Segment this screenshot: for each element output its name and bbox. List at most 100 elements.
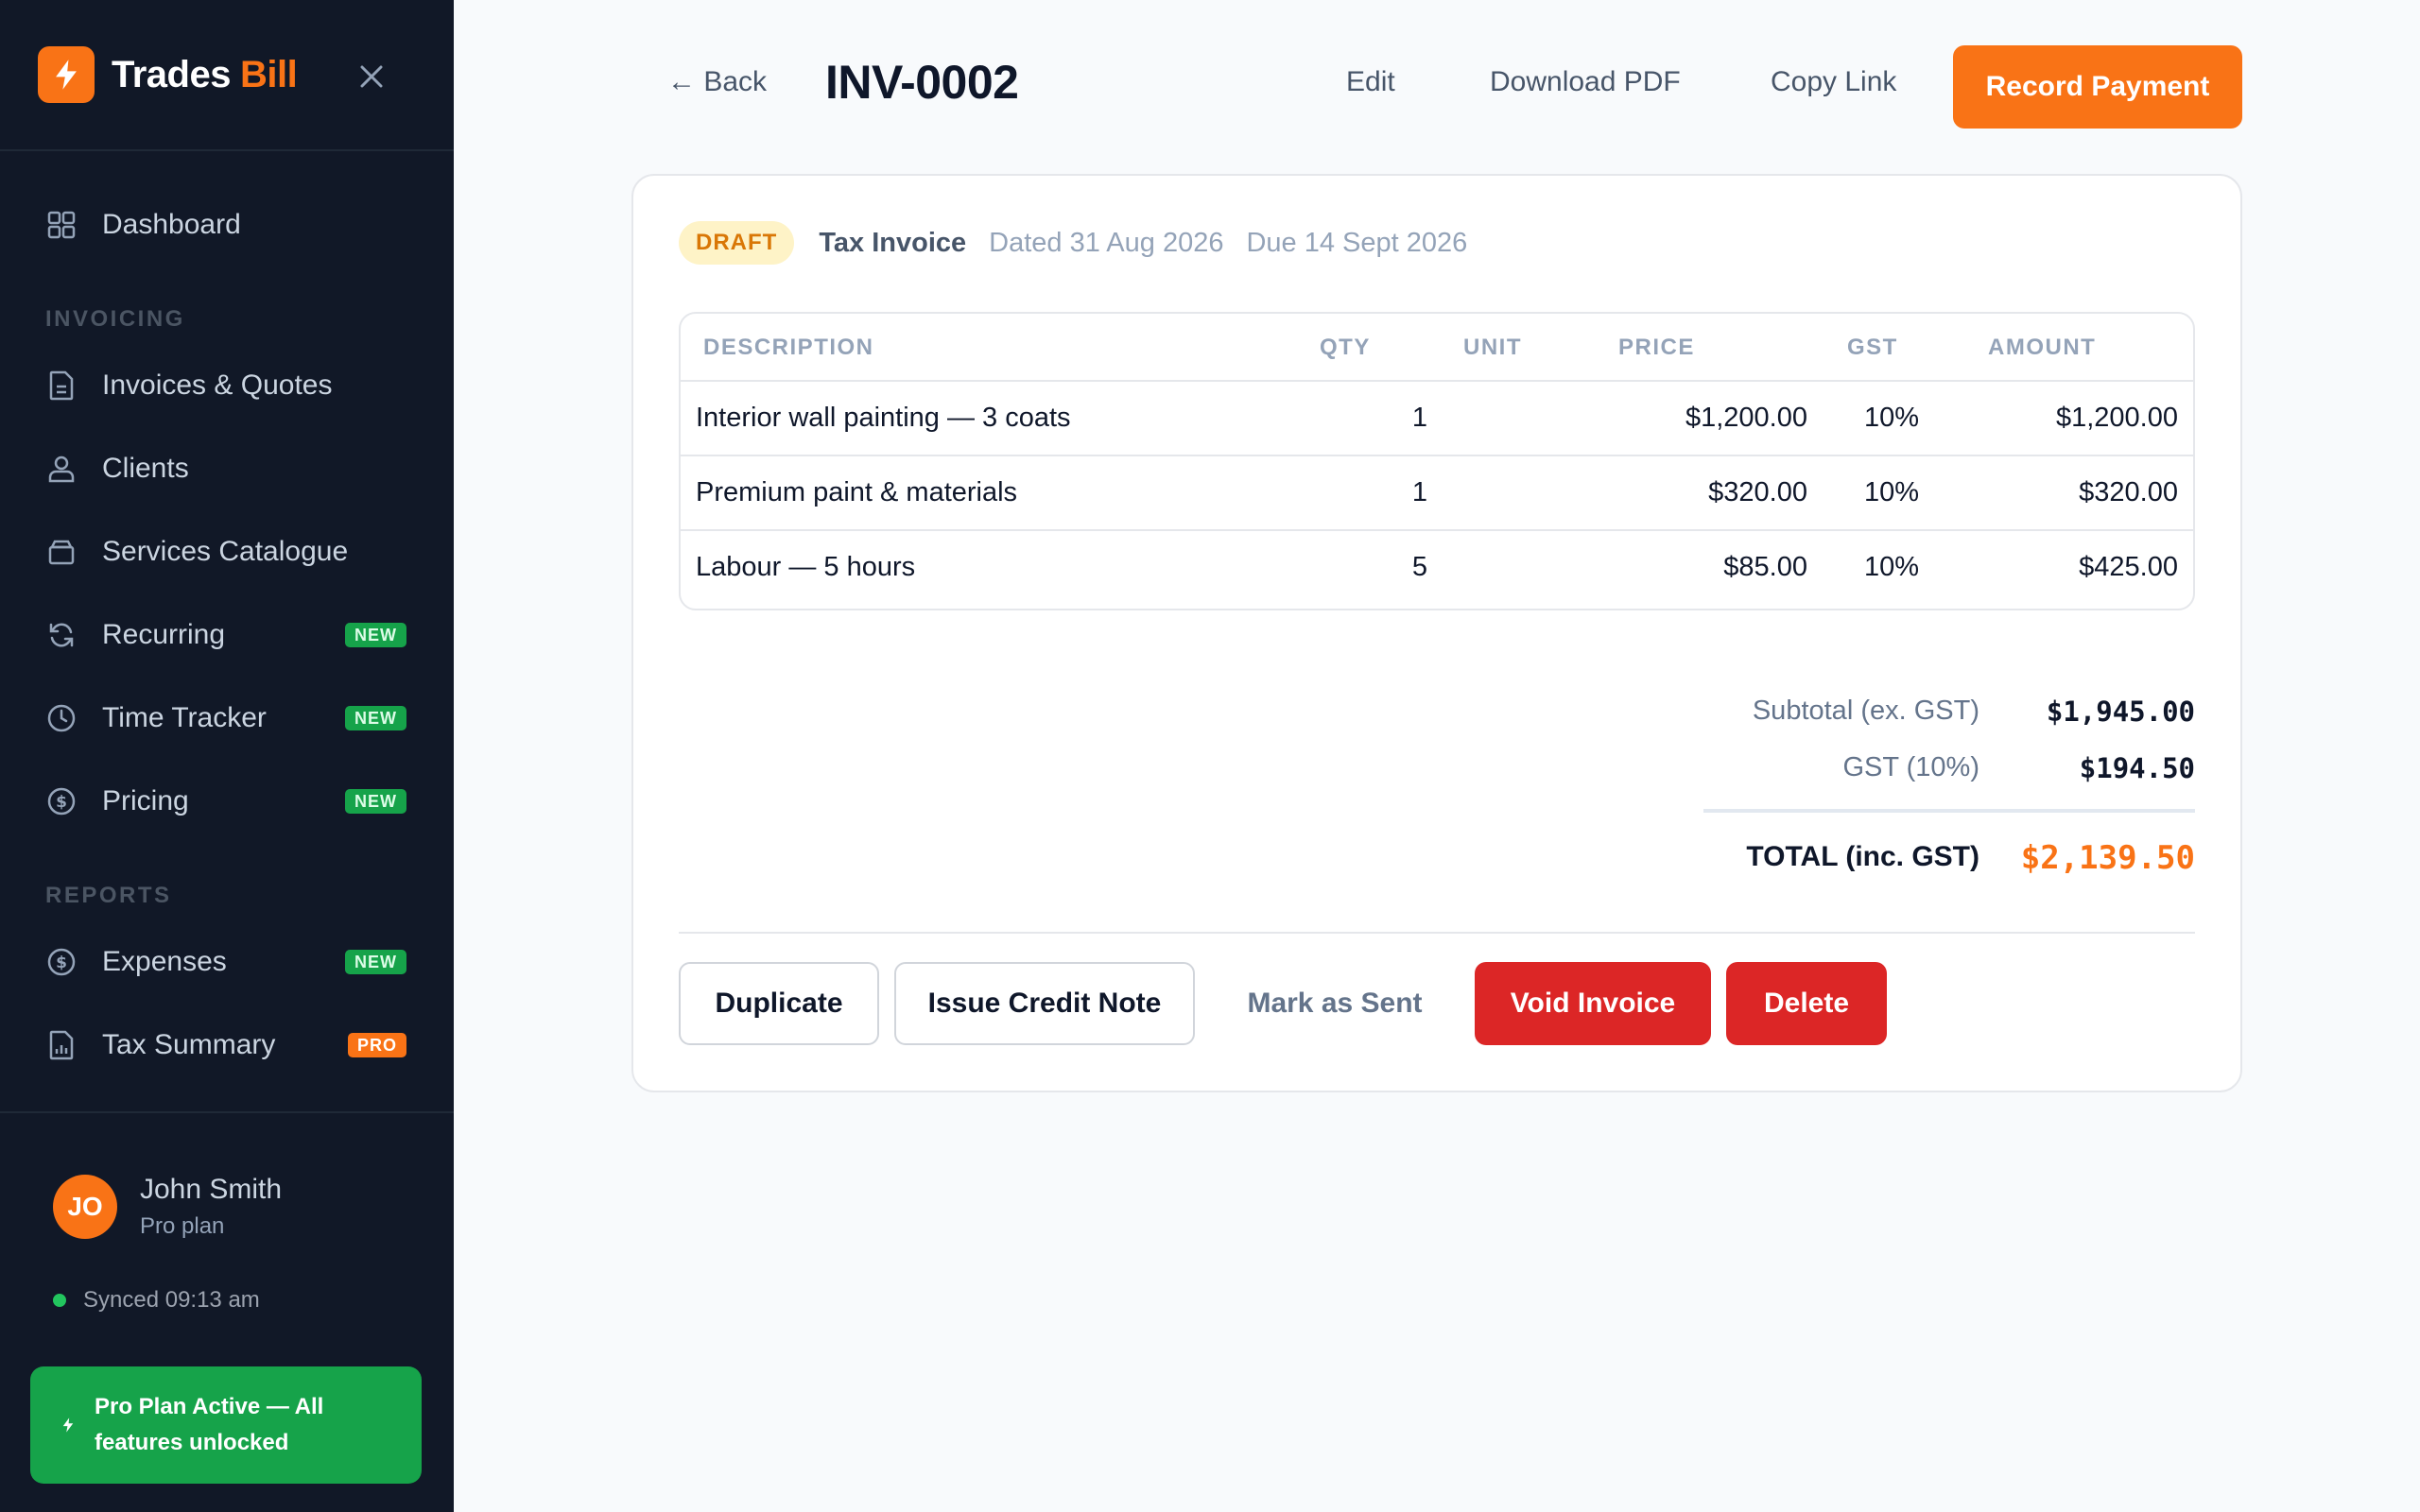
sidebar-item-dashboard[interactable]: Dashboard: [0, 183, 454, 266]
column-header-gst: GST: [1847, 335, 1898, 360]
sidebar-item-label: Invoices & Quotes: [102, 369, 333, 401]
status-dot-icon: [53, 1294, 66, 1307]
report-icon: [45, 1029, 78, 1061]
sidebar-item-label: Clients: [102, 453, 189, 484]
gst-row: GST (10%) $194.50: [1666, 752, 2195, 790]
close-sidebar-button[interactable]: [355, 60, 388, 93]
section-heading-reports: REPORTS: [45, 883, 172, 908]
delete-button[interactable]: Delete: [1726, 962, 1887, 1045]
column-header-qty: QTY: [1320, 335, 1371, 360]
pro-plan-banner[interactable]: Pro Plan Active — All features unlocked: [30, 1366, 422, 1484]
dollar-icon: $: [45, 785, 78, 817]
issue-credit-note-button[interactable]: Issue Credit Note: [894, 962, 1195, 1045]
sidebar-item-label: Tax Summary: [102, 1029, 276, 1060]
invoice-date: Dated 31 Aug 2026: [989, 227, 1224, 258]
box-icon: [45, 536, 78, 568]
app-root: Trades Bill Dashboard INVOICING Invoices …: [0, 0, 2420, 1512]
dollar-icon: $: [45, 946, 78, 978]
copy-link-button[interactable]: Copy Link: [1771, 66, 1896, 98]
user-info: John Smith Pro plan: [140, 1174, 282, 1240]
sidebar-item-invoices[interactable]: Invoices & Quotes: [0, 344, 454, 427]
section-divider: [679, 932, 2195, 934]
table-row[interactable]: Interior wall painting — 3 coats 1 $1,20…: [681, 382, 2193, 456]
avatar: JO: [53, 1175, 117, 1239]
cell-amount: $425.00: [2079, 552, 2178, 582]
bolt-icon: [59, 1416, 78, 1435]
back-link[interactable]: ← Back: [667, 66, 767, 98]
table-row[interactable]: Labour — 5 hours 5 $85.00 10% $425.00: [681, 531, 2193, 606]
sync-text: Synced 09:13 am: [83, 1287, 260, 1313]
sidebar: Trades Bill Dashboard INVOICING Invoices …: [0, 0, 454, 1512]
column-header-amount: AMOUNT: [1988, 335, 2097, 360]
total-label: TOTAL (inc. GST): [1746, 841, 1979, 872]
duplicate-button[interactable]: Duplicate: [679, 962, 879, 1045]
new-badge: NEW: [345, 623, 406, 647]
page-title: INV-0002: [825, 56, 1019, 109]
cell-amount: $320.00: [2079, 477, 2178, 507]
cell-gst: 10%: [1863, 552, 1919, 582]
gst-value: $194.50: [2079, 752, 2195, 784]
record-payment-button[interactable]: Record Payment: [1953, 45, 2242, 129]
subtotal-row: Subtotal (ex. GST) $1,945.00: [1666, 696, 2195, 733]
sidebar-nav: Dashboard INVOICING Invoices & Quotes Cl…: [0, 151, 454, 1087]
column-header-description: DESCRIPTION: [703, 335, 874, 360]
brand-name: Trades Bill: [112, 53, 298, 95]
close-icon: [360, 65, 383, 88]
new-badge: NEW: [345, 950, 406, 974]
sidebar-item-tax-summary[interactable]: Tax Summary PRO: [0, 1004, 454, 1087]
cell-price: $85.00: [1723, 552, 1807, 582]
svg-text:$: $: [56, 793, 67, 812]
new-badge: NEW: [345, 789, 406, 814]
sync-status: Synced 09:13 am: [0, 1287, 454, 1314]
table-row[interactable]: Premium paint & materials 1 $320.00 10% …: [681, 456, 2193, 531]
void-invoice-button[interactable]: Void Invoice: [1475, 962, 1711, 1045]
sidebar-footer: JO John Smith Pro plan Synced 09:13 am P…: [0, 1111, 454, 1484]
svg-text:$: $: [56, 954, 67, 972]
cell-description: Labour — 5 hours: [696, 552, 916, 582]
users-icon: [45, 453, 78, 485]
subtotal-label: Subtotal (ex. GST): [1752, 696, 1979, 726]
line-items-table: DESCRIPTION QTY UNIT PRICE GST AMOUNT In…: [679, 312, 2195, 610]
cell-qty: 1: [1411, 403, 1427, 433]
sidebar-item-expenses[interactable]: $ Expenses NEW: [0, 920, 454, 1004]
subtotal-value: $1,945.00: [2046, 696, 2195, 728]
sidebar-item-clients[interactable]: Clients: [0, 427, 454, 510]
sidebar-item-recurring[interactable]: Recurring NEW: [0, 593, 454, 677]
cell-gst: 10%: [1863, 477, 1919, 507]
sidebar-item-time-tracker[interactable]: Time Tracker NEW: [0, 677, 454, 760]
pro-banner-line-1: Pro Plan Active — All: [95, 1394, 324, 1419]
sidebar-item-label: Dashboard: [102, 209, 241, 240]
pro-badge: PRO: [347, 1033, 406, 1057]
cell-qty: 1: [1411, 477, 1427, 507]
user-plan: Pro plan: [140, 1213, 225, 1239]
sidebar-item-label: Expenses: [102, 946, 227, 977]
sidebar-item-services-catalogue[interactable]: Services Catalogue: [0, 510, 454, 593]
brand: Trades Bill: [0, 0, 454, 151]
cell-price: $1,200.00: [1685, 403, 1807, 433]
edit-button[interactable]: Edit: [1346, 66, 1395, 98]
main-content: ← Back INV-0002 Edit Download PDF Copy L…: [454, 0, 2420, 1512]
download-pdf-button[interactable]: Download PDF: [1490, 66, 1681, 98]
cell-price: $320.00: [1708, 477, 1807, 507]
user-profile[interactable]: JO John Smith Pro plan: [0, 1174, 454, 1240]
bolt-logo-icon: [38, 46, 95, 103]
totals-divider: [1703, 809, 2195, 813]
cell-description: Interior wall painting — 3 coats: [696, 403, 1071, 433]
sidebar-item-label: Recurring: [102, 619, 226, 650]
table-header: DESCRIPTION QTY UNIT PRICE GST AMOUNT: [681, 314, 2193, 382]
column-header-unit: UNIT: [1463, 335, 1522, 360]
cell-qty: 5: [1411, 552, 1427, 582]
new-badge: NEW: [345, 706, 406, 730]
invoice-due-date: Due 14 Sept 2026: [1246, 227, 1468, 258]
invoice-meta: DRAFT Tax Invoice Dated 31 Aug 2026 Due …: [679, 221, 1467, 265]
clock-icon: [45, 702, 78, 734]
refresh-icon: [45, 619, 78, 651]
invoice-card: DRAFT Tax Invoice Dated 31 Aug 2026 Due …: [631, 174, 2242, 1092]
mark-as-sent-button[interactable]: Mark as Sent: [1210, 962, 1460, 1045]
total-value: $2,139.50: [2020, 839, 2195, 877]
sidebar-item-label: Time Tracker: [102, 702, 267, 733]
sidebar-item-label: Services Catalogue: [102, 536, 349, 567]
pro-banner-line-2: features unlocked: [95, 1430, 289, 1455]
sidebar-item-pricing[interactable]: $ Pricing NEW: [0, 760, 454, 843]
cell-amount: $1,200.00: [2055, 403, 2178, 433]
